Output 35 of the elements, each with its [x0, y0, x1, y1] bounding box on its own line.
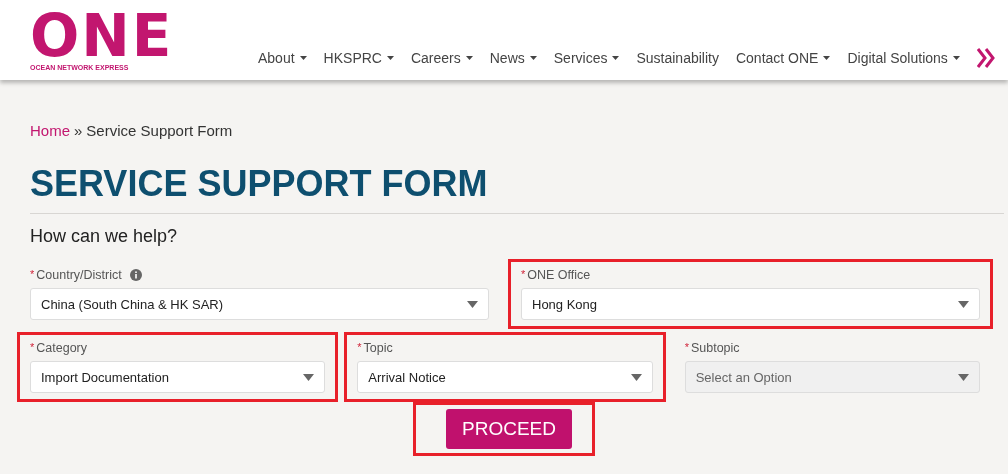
nav-link[interactable]: News [489, 50, 537, 66]
select-field[interactable]: Hong Kong [521, 288, 980, 320]
caret-icon [630, 373, 642, 381]
select-field[interactable]: Arrival Notice [357, 361, 653, 393]
caret-icon [467, 300, 478, 308]
section-heading: How can we help? [30, 226, 179, 247]
field-label: Topic [363, 341, 393, 355]
double-chevron-icon[interactable] [976, 48, 995, 68]
nav-link[interactable]: About [258, 50, 307, 66]
caret-icon [958, 373, 969, 381]
nav-link[interactable]: Careers [410, 50, 473, 66]
required-mark: * [30, 341, 35, 353]
caret-icon [303, 373, 315, 381]
nav-link[interactable]: Sustainability [636, 50, 719, 66]
select-field[interactable]: Import Documentation [30, 361, 326, 393]
nav-link[interactable]: Services [553, 50, 620, 66]
home-link[interactable]: Home [30, 122, 70, 139]
required-mark: * [30, 268, 35, 280]
page-title: SERVICE SUPPORT FORM [30, 163, 1004, 214]
breadcrumb-current: Service Support Form [86, 122, 233, 139]
field-label: Country/District [36, 268, 122, 282]
field-label: Category [36, 341, 87, 355]
nav-link[interactable]: Digital Solutions [847, 50, 960, 66]
required-mark: * [684, 341, 689, 353]
required-mark: * [357, 341, 362, 353]
logo-wordmark: ONE [30, 11, 174, 61]
required-mark: * [521, 268, 526, 280]
nav-link[interactable]: Contact ONE [735, 50, 831, 66]
breadcrumb-separator: » [74, 122, 83, 139]
select-field[interactable]: China (South China & HK SAR) [30, 288, 489, 320]
nav-link[interactable]: HKSPRC [323, 50, 394, 66]
proceed-button[interactable]: PROCEED [446, 409, 572, 449]
caret-icon [958, 300, 969, 308]
field-label: Subtopic [690, 341, 740, 355]
field-label: ONE Office [527, 268, 591, 282]
